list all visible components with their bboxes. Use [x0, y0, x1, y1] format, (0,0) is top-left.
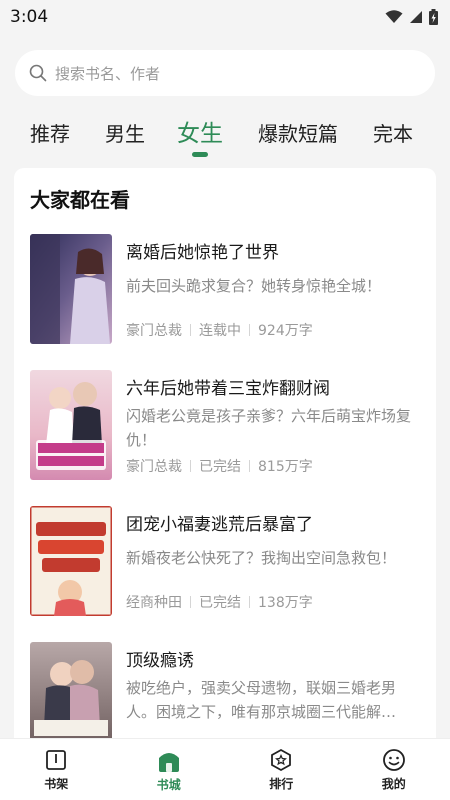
divider [190, 324, 191, 336]
divider [249, 324, 250, 336]
nav-label: 我的 [381, 776, 406, 791]
divider [249, 460, 250, 472]
nav-ranking[interactable]: 排行 [225, 739, 338, 800]
book-item[interactable]: 离婚后她惊艳了世界 前夫回头跪求复合？她转身惊艳全城！ 豪门总裁 连载中 924… [30, 234, 422, 346]
nav-label: 书架 [44, 776, 69, 791]
book-word-count: 815万字 [258, 459, 313, 475]
nav-label: 排行 [269, 776, 294, 791]
battery-icon [429, 9, 438, 25]
section-title: 大家都在看 [30, 188, 130, 212]
nav-label: 书城 [156, 777, 181, 792]
status-time: 3:04 [10, 7, 49, 27]
book-status: 已完结 [199, 459, 241, 475]
book-cover[interactable] [30, 506, 112, 616]
book-word-count: 138万字 [258, 595, 313, 611]
book-icon [46, 749, 67, 770]
book-meta: 豪门总裁 已完结 815万字 [126, 456, 313, 476]
book-category: 豪门总裁 [126, 459, 182, 475]
divider [249, 596, 250, 608]
tab-completed[interactable]: 完本 [373, 112, 413, 156]
book-meta: 经商种田 已完结 138万字 [126, 592, 313, 612]
star-badge-icon [271, 748, 292, 771]
status-bar: 3:04 [0, 0, 450, 34]
wifi-icon [385, 10, 403, 23]
book-description: 被吃绝户，强卖父母遗物，联姻三婚老男人。困境之下，唯有那京城圈三代能解… [126, 679, 397, 721]
search-icon [29, 64, 47, 82]
nav-bookshelf[interactable]: 书架 [0, 739, 113, 800]
book-meta: 豪门总裁 连载中 924万字 [126, 320, 313, 340]
house-icon [158, 752, 179, 772]
book-list-card: 大家都在看 离婚后她惊艳了世界 前夫回头跪求复合？她转身惊艳全城！ 豪门总裁 连… [14, 168, 436, 768]
nav-profile[interactable]: 我的 [338, 739, 450, 800]
book-title: 团宠小福妻逃荒后暴富了 [126, 515, 313, 535]
bottom-nav: 书架 书城 排行 我的 [0, 738, 450, 800]
book-title: 六年后她带着三宝炸翻财阀 [126, 379, 330, 399]
book-word-count: 924万字 [258, 323, 313, 339]
tab-recommend[interactable]: 推荐 [30, 112, 70, 156]
tab-short-hits[interactable]: 爆款短篇 [258, 112, 338, 156]
book-title: 顶级瘾诱 [126, 651, 194, 671]
category-tabs: 推荐 男生 女生 爆款短篇 完本 [0, 112, 450, 162]
book-status: 已完结 [199, 595, 241, 611]
book-cover[interactable] [30, 234, 112, 344]
search-placeholder: 搜索书名、作者 [55, 64, 161, 83]
book-category: 豪门总裁 [126, 323, 182, 339]
book-description: 新婚夜老公快死了？我掏出空间急救包！ [126, 549, 397, 567]
book-cover[interactable] [30, 370, 112, 480]
status-icons [385, 9, 438, 25]
book-title: 离婚后她惊艳了世界 [126, 243, 279, 263]
active-tab-indicator [192, 152, 208, 157]
nav-bookstore[interactable]: 书城 [113, 739, 226, 800]
book-description: 闪婚老公竟是孩子亲爹？六年后萌宝炸场复仇！ [126, 407, 412, 449]
divider [190, 596, 191, 608]
smiley-icon [382, 748, 405, 771]
book-status: 连载中 [199, 323, 241, 339]
tab-female[interactable]: 女生 [177, 112, 223, 156]
book-cover[interactable] [30, 642, 112, 752]
book-category: 经商种田 [126, 595, 182, 611]
tab-male[interactable]: 男生 [105, 112, 145, 156]
divider [190, 460, 191, 472]
signal-icon [410, 11, 422, 23]
book-item[interactable]: 六年后她带着三宝炸翻财阀 闪婚老公竟是孩子亲爹？六年后萌宝炸场复仇！ 豪门总裁 … [30, 370, 422, 482]
search-input[interactable]: 搜索书名、作者 [15, 50, 435, 96]
book-item[interactable]: 团宠小福妻逃荒后暴富了 新婚夜老公快死了？我掏出空间急救包！ 经商种田 已完结 … [30, 506, 422, 618]
book-description: 前夫回头跪求复合？她转身惊艳全城！ [126, 277, 382, 295]
